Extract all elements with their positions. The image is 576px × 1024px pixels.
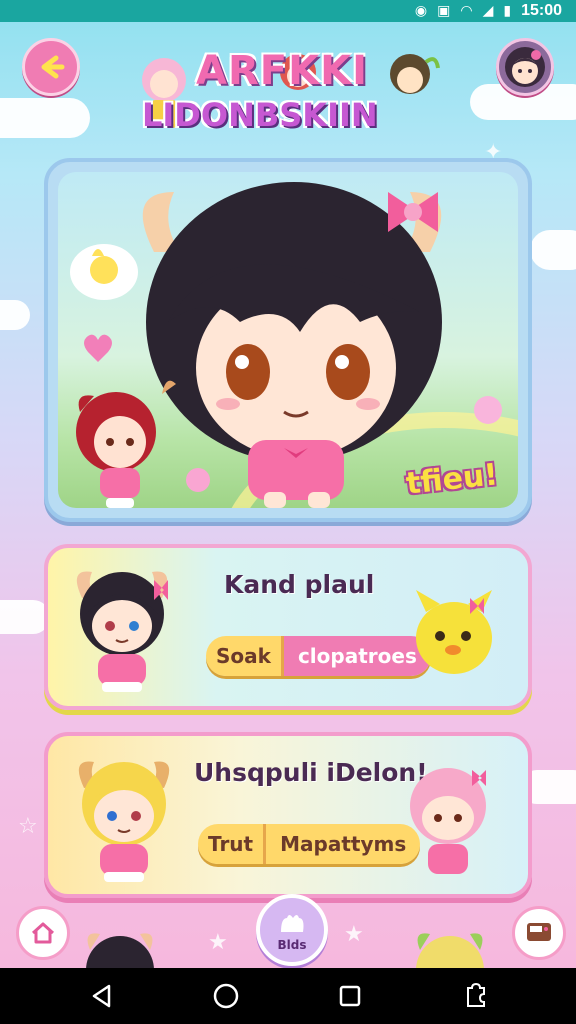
notification-icon: ▣	[437, 3, 451, 19]
character-portrait	[76, 571, 168, 692]
system-navigation-bar	[0, 968, 576, 1024]
status-time: 15:00	[521, 2, 562, 19]
wifi-icon: ◠	[460, 3, 473, 19]
triangle-back-icon	[92, 984, 111, 1008]
app-logo: ARFKKI LIDONBSKIIN	[130, 40, 446, 140]
game-mode-pill-2[interactable]: Trut Mapattyms	[198, 824, 421, 864]
back-button[interactable]	[22, 38, 80, 96]
game-mode-title-2: Uhsqpuli iDelon!	[194, 758, 428, 787]
main-character-illustration	[70, 182, 502, 508]
status-bar: ◉ ▣ ◠ ◢ ▮ 15:00	[0, 0, 576, 22]
logo-title-line2: LIDONBSKIIN	[142, 96, 378, 134]
signal-icon: ◢	[482, 3, 494, 19]
featured-scene: tfieu!	[58, 172, 518, 508]
avatar	[505, 47, 545, 87]
battery-icon: ▮	[503, 3, 512, 19]
game-mode-title-1: Kand plaul	[224, 570, 375, 599]
puzzle-icon	[467, 982, 485, 1007]
yellow-mascot-illustration	[416, 590, 492, 674]
system-back-button[interactable]	[72, 972, 132, 1020]
sparkle-icon: ☆	[18, 814, 38, 839]
game-mode-card-2[interactable]: Uhsqpuli iDelon! Trut Mapattyms	[44, 732, 532, 898]
system-extra-button[interactable]	[444, 972, 504, 1020]
logo-title-line1: ARFKKI	[196, 48, 368, 94]
pill-option-left[interactable]: Soak	[206, 636, 284, 676]
featured-character-card[interactable]: tfieu!	[44, 158, 532, 522]
pill-option-left[interactable]: Trut	[198, 824, 267, 864]
pink-character-illustration	[410, 768, 486, 874]
square-recents-icon	[339, 985, 361, 1007]
game-mode-card-1[interactable]: Kand plaul Soak clopatroes	[44, 544, 532, 710]
system-home-button[interactable]	[196, 972, 256, 1020]
circle-home-icon	[213, 983, 239, 1009]
system-recents-button[interactable]	[320, 972, 380, 1020]
profile-avatar-button[interactable]	[496, 38, 554, 96]
arrow-left-icon	[41, 55, 65, 79]
record-icon: ◉	[414, 3, 428, 19]
character-portrait	[78, 761, 170, 882]
